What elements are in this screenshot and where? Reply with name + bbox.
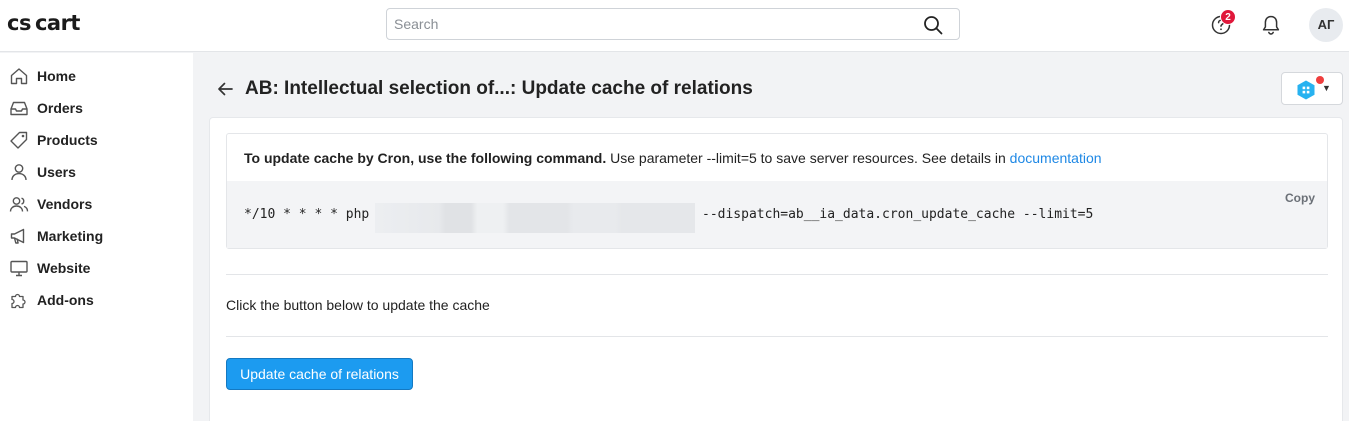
sidebar-item-home[interactable]: Home	[0, 62, 193, 90]
update-hint: Click the button below to update the cac…	[226, 297, 490, 313]
sidebar-item-label: Website	[37, 260, 91, 276]
cron-command-prefix: */10 * * * * php	[244, 207, 370, 222]
sidebar-item-label: Orders	[37, 100, 83, 116]
sidebar-item-add-ons[interactable]: Add-ons	[0, 286, 193, 314]
sidebar-item-label: Marketing	[37, 228, 104, 244]
sidebar-item-users[interactable]: Users	[0, 158, 193, 186]
update-cache-button[interactable]: Update cache of relations	[226, 358, 413, 390]
sidebar-item-label: Home	[37, 68, 76, 84]
redacted-path	[375, 203, 695, 233]
caret-down-icon: ▼	[1322, 83, 1331, 93]
back-arrow-icon[interactable]	[214, 78, 236, 100]
cron-command-block: Copy */10 * * * * php --dispatch=ab__ia_…	[227, 181, 1327, 248]
sidebar-item-products[interactable]: Products	[0, 126, 193, 154]
sidebar-item-label: Vendors	[37, 196, 93, 212]
page-title: AB: Intellectual selection of...: Update…	[245, 78, 753, 99]
inbox-icon	[10, 101, 28, 116]
logo[interactable]: cs cart	[7, 11, 80, 35]
sidebar-item-label: Users	[37, 164, 76, 180]
divider	[226, 274, 1328, 275]
sidebar-item-label: Add-ons	[37, 292, 94, 308]
cron-intro-bold: To update cache by Cron, use the followi…	[244, 150, 607, 166]
sidebar-item-label: Products	[37, 132, 98, 148]
cron-intro-text: Use parameter --limit=5 to save server r…	[606, 150, 1010, 166]
sidebar-item-orders[interactable]: Orders	[0, 94, 193, 122]
sidebar-item-website[interactable]: Website	[0, 254, 193, 282]
cron-command-suffix: --dispatch=ab__ia_data.cron_update_cache…	[702, 207, 1094, 222]
top-bar: cscart 2 АГ	[0, 0, 1349, 52]
cron-info-box: To update cache by Cron, use the followi…	[226, 133, 1328, 249]
notification-badge: 2	[1220, 9, 1236, 25]
users-icon	[9, 197, 29, 212]
sidebar-item-vendors[interactable]: Vendors	[0, 190, 193, 218]
user-icon	[11, 164, 27, 181]
documentation-link[interactable]: documentation	[1010, 150, 1102, 166]
puzzle-icon	[11, 293, 26, 309]
search-icon[interactable]	[923, 15, 943, 35]
home-icon	[10, 68, 28, 85]
copy-button[interactable]: Copy	[1285, 191, 1315, 205]
megaphone-icon	[10, 228, 25, 244]
bell-icon[interactable]	[1260, 13, 1282, 37]
addon-hexagon-icon	[1297, 80, 1315, 100]
divider	[226, 336, 1328, 337]
cron-intro: To update cache by Cron, use the followi…	[244, 150, 1102, 166]
logo-part-cs: cs	[7, 11, 31, 35]
search-box	[386, 8, 960, 40]
avatar[interactable]: АГ	[1309, 8, 1343, 42]
content-panel: To update cache by Cron, use the followi…	[209, 117, 1343, 421]
sidebar: Home Orders Products Users Vendors Marke…	[0, 53, 193, 421]
search-input[interactable]	[387, 9, 907, 39]
monitor-icon	[10, 260, 28, 277]
addon-tools-dropdown[interactable]: ▼	[1281, 72, 1343, 105]
sidebar-item-marketing[interactable]: Marketing	[0, 222, 193, 250]
tag-icon	[10, 131, 28, 149]
logo-part-cart: cart	[34, 11, 81, 35]
